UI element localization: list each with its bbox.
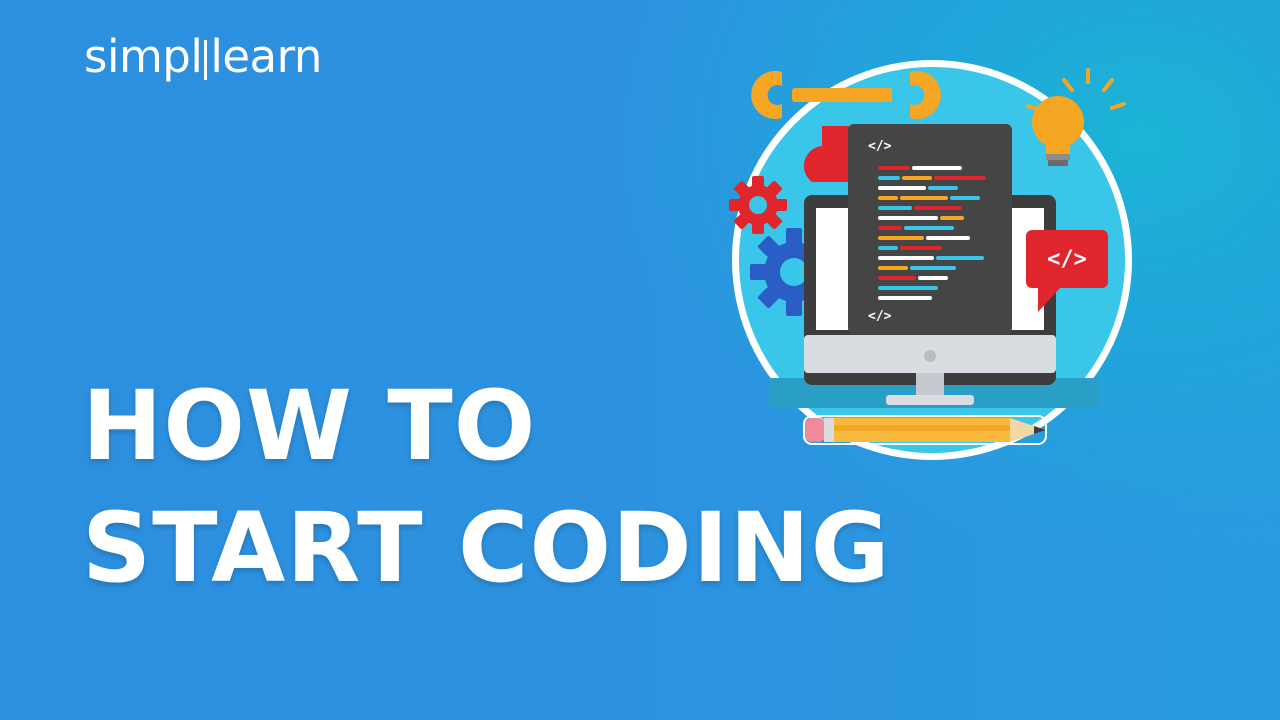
pencil-icon [803,415,1047,445]
doc-code-tag-bottom: </> [868,309,892,324]
logo-text-part2: learn [210,30,322,83]
red-gear-icon [729,176,787,234]
logo-divider-bar [204,40,208,80]
logo-text-part1: simpl [84,30,203,83]
coding-illustration: </> </> </> [729,60,1132,460]
headline-line-2: START CODING [82,492,891,604]
thumbnail-canvas: simpl learn HOW TO START CODING </> </> … [0,0,1280,720]
doc-code-tag-top: </> [868,139,892,154]
headline-line-1: HOW TO [82,370,537,482]
bubble-code-tag: </> [1047,247,1087,272]
simplilearn-logo: simpl learn [84,34,322,80]
